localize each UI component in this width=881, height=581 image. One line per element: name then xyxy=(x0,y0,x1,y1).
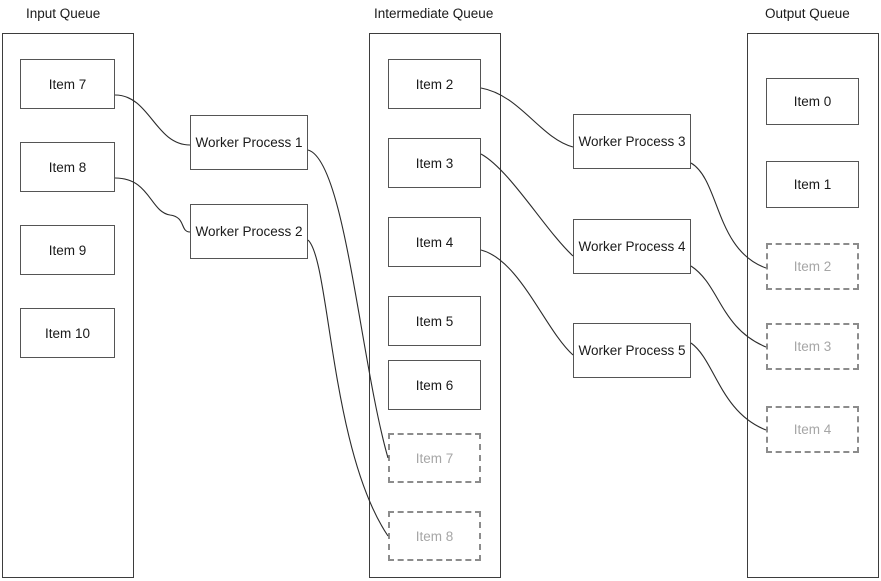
input-item-3[interactable]: Item 10 xyxy=(20,308,115,358)
input-item-2-label: Item 9 xyxy=(48,242,87,258)
worker-process-4[interactable]: Worker Process 4 xyxy=(573,219,691,274)
input-item-3-label: Item 10 xyxy=(44,325,91,341)
diagram-canvas: Input Queue Intermediate Queue Output Qu… xyxy=(0,0,881,581)
output-queue-title: Output Queue xyxy=(765,6,850,21)
intermediate-item-1[interactable]: Item 3 xyxy=(388,138,481,188)
intermediate-queue-title: Intermediate Queue xyxy=(374,6,494,21)
intermediate-item-6-pending[interactable]: Item 8 xyxy=(388,511,481,561)
worker-process-1-label: Worker Process 1 xyxy=(195,135,303,150)
intermediate-item-3-label: Item 5 xyxy=(415,313,454,329)
intermediate-item-4[interactable]: Item 6 xyxy=(388,360,481,410)
intermediate-item-5-pending[interactable]: Item 7 xyxy=(388,433,481,483)
output-item-3-pending[interactable]: Item 3 xyxy=(766,323,859,370)
intermediate-item-0-label: Item 2 xyxy=(415,76,454,92)
worker-process-4-label: Worker Process 4 xyxy=(578,239,686,254)
intermediate-item-0[interactable]: Item 2 xyxy=(388,59,481,109)
output-item-1[interactable]: Item 1 xyxy=(766,161,859,208)
output-item-3-label: Item 3 xyxy=(793,339,832,354)
worker-process-5-label: Worker Process 5 xyxy=(578,343,686,358)
intermediate-item-2[interactable]: Item 4 xyxy=(388,217,481,267)
output-item-4-label: Item 4 xyxy=(793,422,832,437)
input-item-0-label: Item 7 xyxy=(48,76,87,92)
input-queue-title: Input Queue xyxy=(26,6,101,21)
output-item-4-pending[interactable]: Item 4 xyxy=(766,406,859,453)
input-item-1-label: Item 8 xyxy=(48,159,87,175)
worker-process-2[interactable]: Worker Process 2 xyxy=(190,204,308,259)
worker-process-1[interactable]: Worker Process 1 xyxy=(190,115,308,170)
intermediate-item-2-label: Item 4 xyxy=(415,234,454,250)
input-item-0[interactable]: Item 7 xyxy=(20,59,115,109)
worker-process-5[interactable]: Worker Process 5 xyxy=(573,323,691,378)
intermediate-item-5-label: Item 7 xyxy=(415,450,454,466)
input-item-1[interactable]: Item 8 xyxy=(20,142,115,192)
output-item-2-label: Item 2 xyxy=(793,259,832,274)
input-queue-container xyxy=(2,33,134,578)
worker-process-3[interactable]: Worker Process 3 xyxy=(573,114,691,169)
intermediate-item-1-label: Item 3 xyxy=(415,155,454,171)
worker-process-2-label: Worker Process 2 xyxy=(195,224,303,239)
intermediate-item-3[interactable]: Item 5 xyxy=(388,296,481,346)
input-item-2[interactable]: Item 9 xyxy=(20,225,115,275)
output-item-2-pending[interactable]: Item 2 xyxy=(766,243,859,290)
output-item-1-label: Item 1 xyxy=(793,177,832,192)
intermediate-item-6-label: Item 8 xyxy=(415,528,454,544)
worker-process-3-label: Worker Process 3 xyxy=(578,134,686,149)
output-item-0[interactable]: Item 0 xyxy=(766,78,859,125)
intermediate-item-4-label: Item 6 xyxy=(415,377,454,393)
output-item-0-label: Item 0 xyxy=(793,94,832,109)
